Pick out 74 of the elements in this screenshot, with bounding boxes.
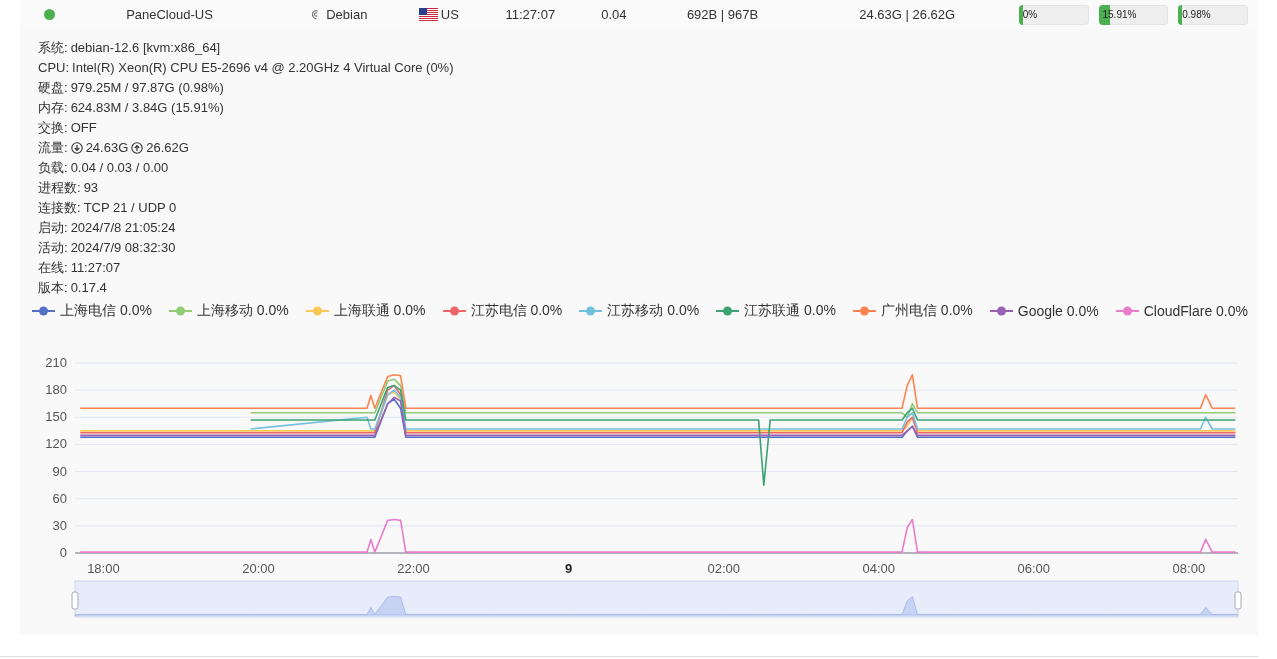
legend-marker-icon <box>441 304 467 318</box>
legend-item[interactable]: 江苏电信 0.0% <box>441 302 563 320</box>
region-code: US <box>440 7 459 22</box>
detail-value: 2024/7/8 21:05:24 <box>70 219 176 237</box>
legend-marker-icon <box>578 304 604 318</box>
usage-percent: 0.98% <box>1182 8 1211 20</box>
os-name: Debian <box>326 7 368 22</box>
detail-value: 979.25M / 97.87G (0.98%) <box>70 79 224 97</box>
detail-label: 版本: <box>38 279 68 297</box>
x-tick-label: 08:00 <box>1172 561 1206 576</box>
detail-value: OFF <box>70 119 97 137</box>
detail-label: 内存: <box>38 99 68 117</box>
usage-percent: 0% <box>1022 8 1038 20</box>
legend-item[interactable]: 上海移动 0.0% <box>167 302 289 320</box>
y-tick-label: 90 <box>52 463 67 479</box>
detail-value: 624.83M / 3.84G (15.91%) <box>70 99 224 117</box>
legend-marker-icon <box>1114 304 1140 318</box>
y-tick-label: 180 <box>45 382 67 398</box>
detail-label: 硬盘: <box>38 79 68 97</box>
y-tick-label: 120 <box>45 436 67 452</box>
legend-marker-icon <box>304 304 330 318</box>
x-tick-label: 18:00 <box>87 561 120 576</box>
legend-item[interactable]: CloudFlare 0.0% <box>1114 303 1248 319</box>
legend-marker-icon <box>988 304 1014 318</box>
detail-value: TCP 21 / UDP 0 <box>83 199 177 217</box>
detail-value: 11:27:07 <box>70 259 121 277</box>
server-name: PaneCloud-US <box>125 7 214 22</box>
x-tick-label: 20:00 <box>242 561 275 576</box>
upload-icon <box>131 142 144 154</box>
y-tick-label: 0 <box>59 545 67 560</box>
detail-value: 0.04 / 0.03 / 0.00 <box>70 159 169 177</box>
x-tick-label: 04:00 <box>862 561 896 576</box>
legend-marker-icon <box>167 304 193 318</box>
detail-label: 系统: <box>38 39 68 57</box>
upload-value: 26.62G <box>146 139 189 157</box>
detail-value: debian-12.6 [kvm:x86_64] <box>70 39 221 57</box>
legend-item[interactable]: Google 0.0% <box>988 303 1099 319</box>
legend-item[interactable]: 上海电信 0.0% <box>31 302 152 320</box>
legend-item[interactable]: 上海联通 0.0% <box>304 302 426 320</box>
x-tick-label: 06:00 <box>1017 561 1051 576</box>
y-tick-label: 60 <box>52 490 67 506</box>
network-speed-text: 692B | 967B <box>686 7 760 22</box>
zoom-slider[interactable] <box>71 580 1242 618</box>
y-tick-label: 150 <box>45 409 67 425</box>
legend-item[interactable]: 广州电信 0.0% <box>851 302 973 320</box>
detail-label: 活动: <box>38 239 68 257</box>
y-tick-label: 210 <box>45 355 67 370</box>
detail-label: 负载: <box>38 159 68 177</box>
legend-item[interactable]: 江苏移动 0.0% <box>578 302 700 320</box>
detail-label: 交换: <box>38 119 68 137</box>
x-tick-label: 9 <box>565 561 573 576</box>
detail-label: 连接数: <box>38 199 81 217</box>
detail-value: 0.17.4 <box>70 279 107 297</box>
detail-value: 2024/7/9 08:32:30 <box>70 239 176 257</box>
detail-label: CPU: <box>38 59 70 77</box>
detail-value: 93 <box>83 179 99 197</box>
legend-marker-icon <box>31 304 57 318</box>
flag-icon <box>418 7 438 22</box>
uptime-text: 11:27:07 <box>505 7 557 22</box>
load-text: 0.04 <box>601 7 628 22</box>
detail-label: 进程数: <box>38 179 81 197</box>
legend-marker-icon <box>851 304 877 318</box>
detail-label: 流量: <box>38 139 68 157</box>
legend-item[interactable]: 江苏联通 0.0% <box>715 302 836 320</box>
download-icon <box>70 142 83 154</box>
detail-label: 在线: <box>38 259 68 277</box>
y-tick-label: 30 <box>52 517 67 533</box>
detail-label: 启动: <box>38 219 68 237</box>
x-tick-label: 02:00 <box>707 561 740 576</box>
x-tick-label: 22:00 <box>397 561 430 576</box>
download-value: 24.63G <box>85 139 129 157</box>
traffic-text: 24.63G | 26.62G <box>859 7 957 22</box>
detail-value: Intel(R) Xeon(R) CPU E5-2696 v4 @ 2.20GHz 4 Virtual Core (0%) <box>72 59 454 77</box>
legend-marker-icon <box>715 304 741 318</box>
